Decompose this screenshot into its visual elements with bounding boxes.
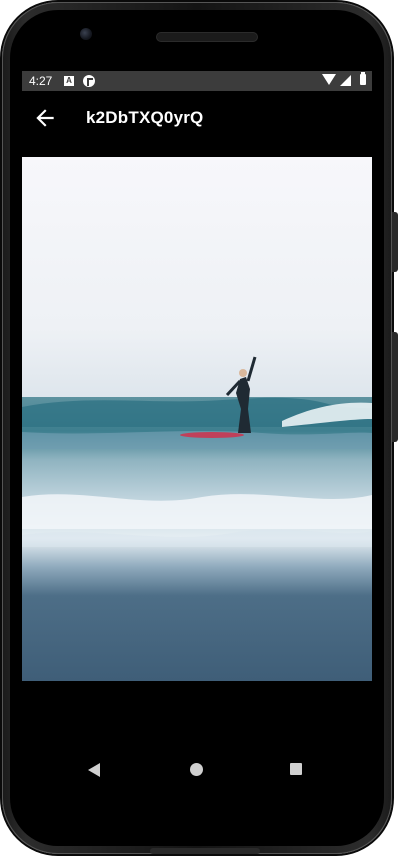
wifi-icon [322,74,336,85]
power-button [392,332,398,442]
front-camera [80,28,92,40]
battery-icon [360,72,366,85]
volume-button [392,212,398,272]
circle-home-icon[interactable] [190,763,203,776]
navigation-bar [22,743,372,786]
signal-icon [340,75,351,86]
earpiece-speaker [157,33,257,41]
back-button[interactable] [32,105,58,131]
arrow-left-icon [36,109,54,127]
photo-surfer[interactable] [22,157,372,681]
bottom-speaker [150,848,260,854]
notification-b-icon [83,75,95,87]
status-time: 4:27 [29,74,53,88]
square-recents-icon[interactable] [290,763,302,775]
triangle-back-icon[interactable] [88,763,100,777]
app-title: k2DbTXQ0yrQ [86,108,204,127]
device-screen: 4:27 A k2DbTXQ0yrQ [22,71,372,786]
app-bar: k2DbTXQ0yrQ [22,91,372,146]
notification-a-icon: A [64,76,74,86]
status-bar: 4:27 A [22,71,372,91]
